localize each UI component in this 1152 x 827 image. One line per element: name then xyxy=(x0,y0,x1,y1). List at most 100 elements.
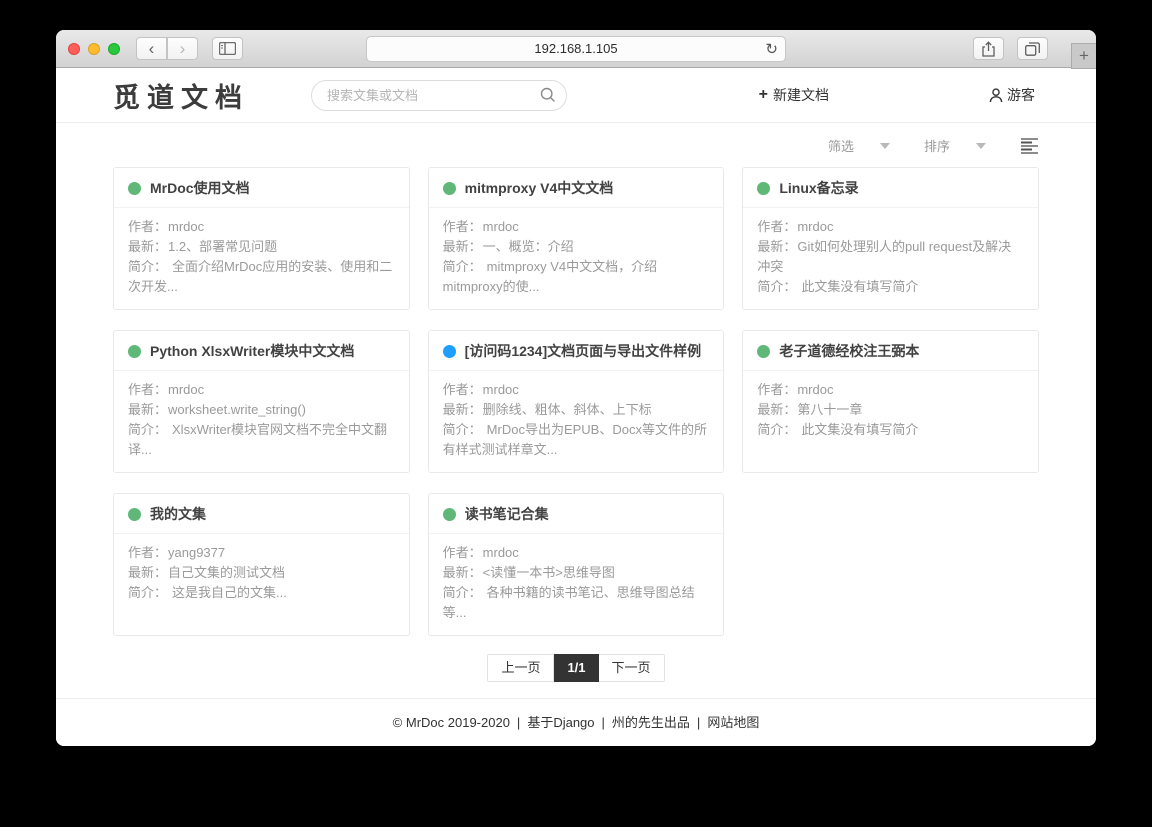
author-label: 作者： xyxy=(443,382,482,397)
collection-card[interactable]: Linux备忘录 作者：mrdoc 最新：Git如何处理别人的pull requ… xyxy=(742,167,1039,310)
sidebar-icon xyxy=(219,42,236,55)
copyright-text: © MrDoc 2019-2020 xyxy=(393,715,510,730)
latest-label: 最新： xyxy=(128,239,167,254)
reload-icon[interactable]: ↻ xyxy=(765,40,778,58)
latest-doc-link[interactable]: <读懂一本书>思维导图 xyxy=(483,565,615,580)
back-button[interactable]: ‹ xyxy=(136,37,167,60)
mrdoc-page: 觅道文档 + 新建文档 游客 筛选 xyxy=(56,68,1096,746)
tabs-icon xyxy=(1025,42,1040,56)
latest-doc-link[interactable]: 1.2、部署常见问题 xyxy=(168,239,277,254)
status-dot-icon xyxy=(443,508,456,521)
collection-title[interactable]: MrDoc使用文档 xyxy=(150,178,250,198)
collection-title[interactable]: [访问码1234]文档页面与导出文件样例 xyxy=(465,341,701,361)
address-bar[interactable]: 192.168.1.105 ↻ xyxy=(366,36,786,62)
author-label: 作者： xyxy=(757,382,796,397)
collection-title[interactable]: mitmproxy V4中文文档 xyxy=(465,178,614,198)
author-label: 作者： xyxy=(128,545,167,560)
forward-icon: › xyxy=(180,40,186,57)
intro-label: 简介： xyxy=(757,422,796,437)
search-input[interactable] xyxy=(311,80,567,111)
footer-link-sitemap[interactable]: 网站地图 xyxy=(707,715,759,730)
latest-label: 最新： xyxy=(128,402,167,417)
chevron-down-icon xyxy=(976,143,986,149)
collection-card[interactable]: 我的文集 作者：yang9377 最新：自己文集的测试文档 简介： 这是我自己的文… xyxy=(113,493,410,636)
intro-label: 简介： xyxy=(128,585,167,600)
footer-link-django[interactable]: 基于Django xyxy=(527,715,594,730)
user-label: 游客 xyxy=(1007,85,1035,105)
prev-page-button[interactable]: 上一页 xyxy=(487,654,554,682)
sidebar-toggle-button[interactable] xyxy=(212,37,243,60)
collection-card[interactable]: 老子道德经校注王弼本 作者：mrdoc 最新：第八十一章 简介：此文集没有填写简… xyxy=(742,330,1039,473)
site-logo[interactable]: 觅道文档 xyxy=(113,76,249,115)
user-icon xyxy=(989,88,1003,103)
status-dot-icon xyxy=(128,182,141,195)
author-label: 作者： xyxy=(443,219,482,234)
author-value: mrdoc xyxy=(797,382,833,397)
author-value: mrdoc xyxy=(168,219,204,234)
share-icon xyxy=(982,41,995,57)
user-menu[interactable]: 游客 xyxy=(989,85,1035,105)
latest-label: 最新： xyxy=(443,402,482,417)
collection-title[interactable]: 我的文集 xyxy=(150,504,206,524)
back-icon: ‹ xyxy=(149,40,155,57)
filter-dropdown[interactable]: 筛选 xyxy=(828,136,890,155)
author-value: yang9377 xyxy=(168,545,225,560)
filter-toolbar: 筛选 排序 xyxy=(56,123,1096,155)
collection-title[interactable]: 老子道德经校注王弼本 xyxy=(779,341,919,361)
search-icon[interactable] xyxy=(540,87,556,103)
plus-icon: + xyxy=(1079,46,1089,66)
collection-card[interactable]: mitmproxy V4中文文档 作者：mrdoc 最新：一、概览：介绍 简介：… xyxy=(428,167,725,310)
new-document-button[interactable]: + 新建文档 xyxy=(759,85,829,105)
collection-title[interactable]: 读书笔记合集 xyxy=(465,504,549,524)
intro-label: 简介： xyxy=(443,422,482,437)
status-dot-icon xyxy=(443,345,456,358)
list-view-icon[interactable] xyxy=(1020,137,1039,154)
collection-card[interactable]: [访问码1234]文档页面与导出文件样例 作者：mrdoc 最新：删除线、粗体、… xyxy=(428,330,725,473)
collection-title[interactable]: Python XlsxWriter模块中文文档 xyxy=(150,341,354,361)
intro-label: 简介： xyxy=(128,422,167,437)
sort-dropdown[interactable]: 排序 xyxy=(924,136,986,155)
intro-label: 简介： xyxy=(757,279,796,294)
collection-card[interactable]: MrDoc使用文档 作者：mrdoc 最新：1.2、部署常见问题 简介：全面介绍… xyxy=(113,167,410,310)
browser-window: ‹ › 192.168.1.105 ↻ xyxy=(56,30,1096,746)
status-dot-icon xyxy=(757,345,770,358)
footer-separator: | xyxy=(697,715,700,730)
minimize-window-button[interactable] xyxy=(88,43,100,55)
collection-card[interactable]: Python XlsxWriter模块中文文档 作者：mrdoc 最新：work… xyxy=(113,330,410,473)
site-footer: © MrDoc 2019-2020|基于Django|州的先生出品|网站地图 xyxy=(56,698,1096,731)
next-page-button[interactable]: 下一页 xyxy=(599,654,665,682)
author-label: 作者： xyxy=(128,219,167,234)
site-header: 觅道文档 + 新建文档 游客 xyxy=(56,68,1096,123)
latest-label: 最新： xyxy=(443,565,482,580)
tab-overview-button[interactable] xyxy=(1017,37,1048,60)
sort-label: 排序 xyxy=(924,136,950,155)
status-dot-icon xyxy=(443,182,456,195)
browser-titlebar: ‹ › 192.168.1.105 ↻ xyxy=(56,30,1096,68)
author-value: mrdoc xyxy=(483,545,519,560)
status-dot-icon xyxy=(128,345,141,358)
latest-doc-link[interactable]: 自己文集的测试文档 xyxy=(168,565,285,580)
author-label: 作者： xyxy=(128,382,167,397)
latest-doc-link[interactable]: 第八十一章 xyxy=(797,402,862,417)
latest-doc-link[interactable]: 一、概览：介绍 xyxy=(483,239,574,254)
latest-doc-link[interactable]: 删除线、粗体、斜体、上下标 xyxy=(483,402,652,417)
forward-button[interactable]: › xyxy=(167,37,198,60)
latest-label: 最新： xyxy=(443,239,482,254)
current-page-indicator: 1/1 xyxy=(554,654,598,682)
close-window-button[interactable] xyxy=(68,43,80,55)
footer-link-author[interactable]: 州的先生出品 xyxy=(612,715,690,730)
collection-card[interactable]: 读书笔记合集 作者：mrdoc 最新：<读懂一本书>思维导图 简介：各种书籍的读… xyxy=(428,493,725,636)
intro-value: 这是我自己的文集... xyxy=(172,585,287,600)
zoom-window-button[interactable] xyxy=(108,43,120,55)
latest-label: 最新： xyxy=(128,565,167,580)
intro-label: 简介： xyxy=(128,259,167,274)
plus-icon: + xyxy=(759,86,768,104)
collection-title[interactable]: Linux备忘录 xyxy=(779,178,858,198)
share-button[interactable] xyxy=(973,37,1004,60)
latest-doc-link[interactable]: worksheet.write_string() xyxy=(168,402,306,417)
author-value: mrdoc xyxy=(797,219,833,234)
author-value: mrdoc xyxy=(483,219,519,234)
new-tab-button[interactable]: + xyxy=(1071,43,1096,69)
filter-label: 筛选 xyxy=(828,136,854,155)
search-box xyxy=(311,80,567,111)
